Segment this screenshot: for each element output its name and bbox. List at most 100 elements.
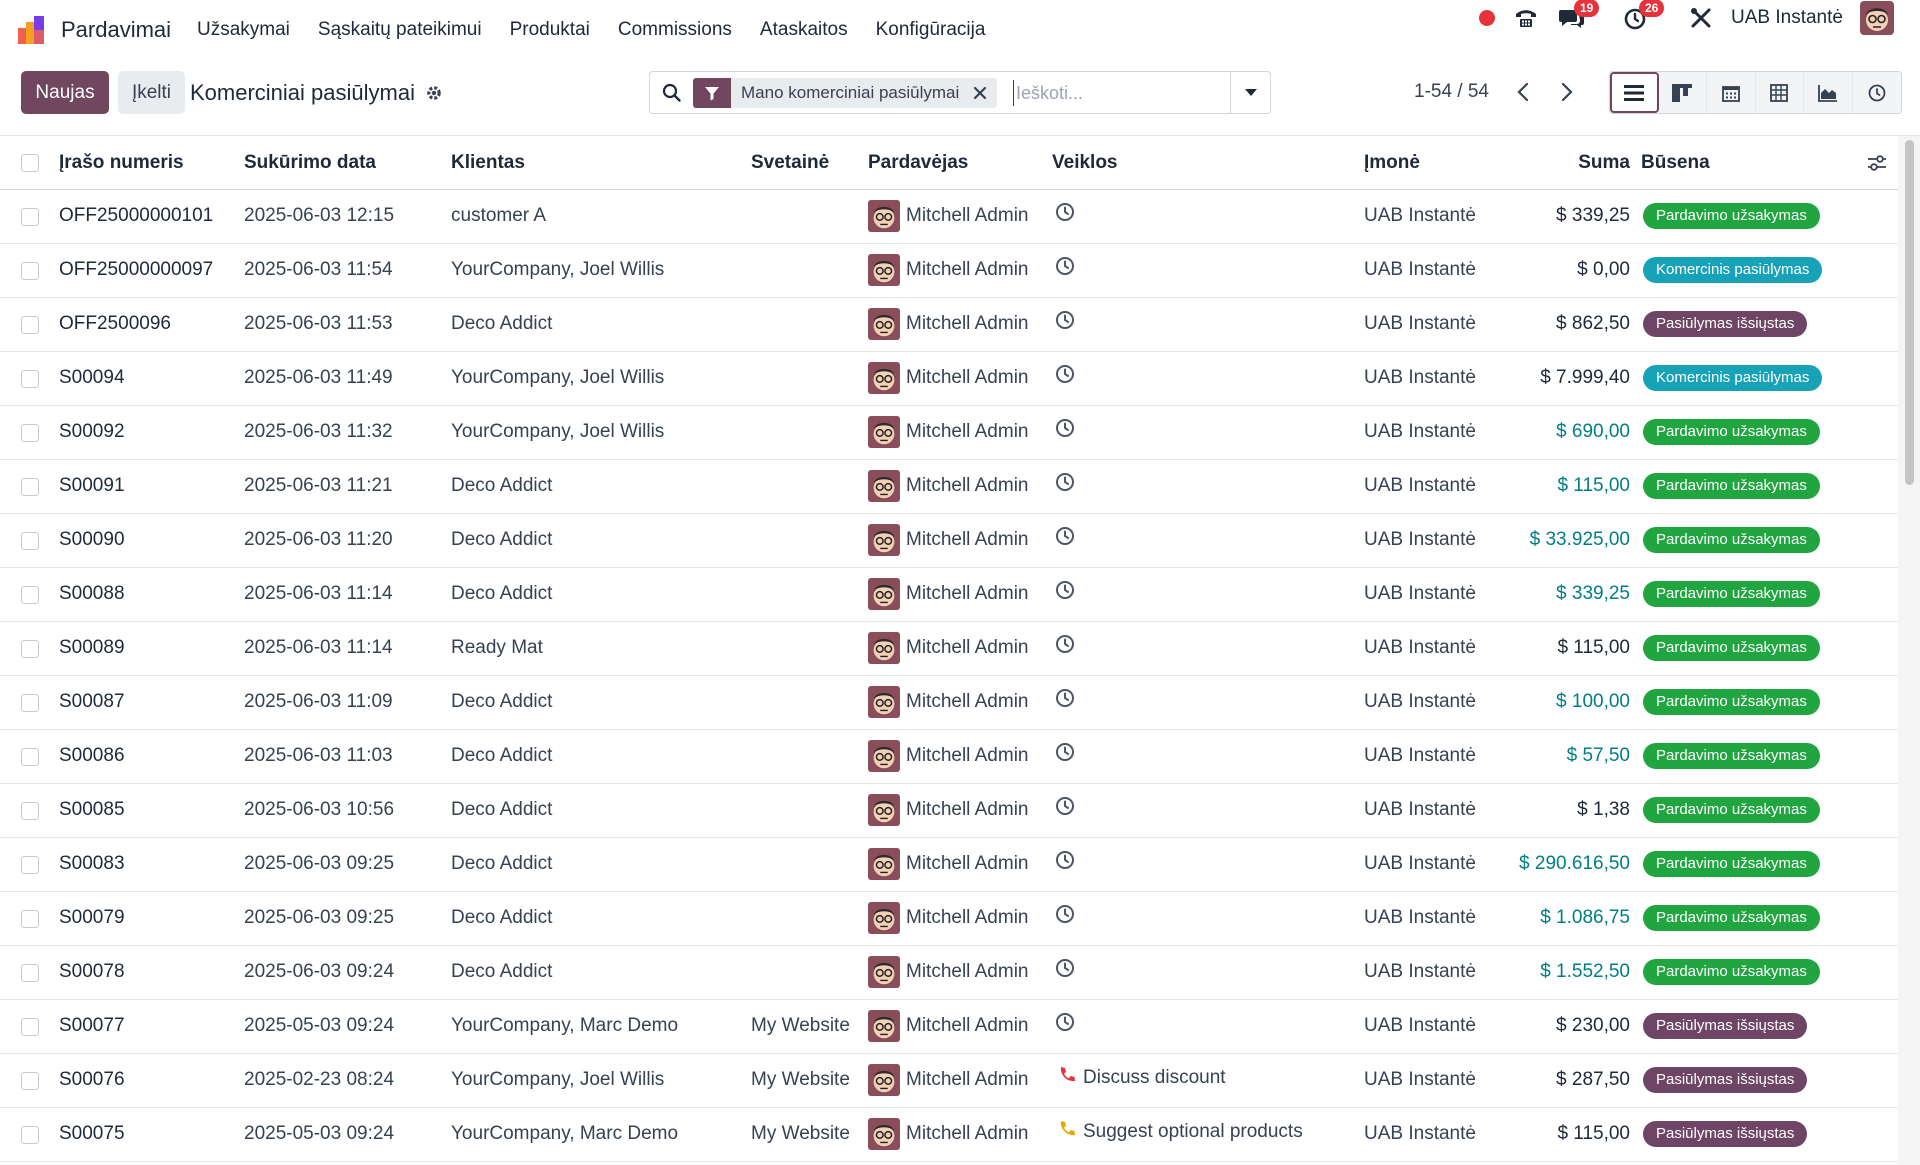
activity-cell[interactable]: [1055, 364, 1075, 390]
search-input[interactable]: [1013, 80, 1228, 106]
table-row[interactable]: S00088 2025-06-03 11:14 Deco Addict Mitc…: [0, 568, 1898, 622]
column-header-activities[interactable]: Veiklos: [1052, 152, 1118, 174]
row-checkbox[interactable]: [21, 316, 39, 334]
activity-cell[interactable]: [1055, 580, 1075, 606]
gear-icon[interactable]: [425, 84, 443, 102]
row-checkbox[interactable]: [21, 424, 39, 442]
menu-item-commissions[interactable]: Commissions: [618, 19, 732, 41]
company-switcher[interactable]: UAB Instantė: [1731, 0, 1843, 36]
pivot-view-button[interactable]: [1755, 72, 1804, 113]
import-button[interactable]: Įkelti: [118, 71, 185, 114]
salesperson[interactable]: Mitchell Admin: [868, 416, 1029, 448]
kanban-view-button[interactable]: [1658, 72, 1707, 113]
activity-clock-icon[interactable]: [1055, 580, 1075, 606]
salesperson[interactable]: Mitchell Admin: [868, 362, 1029, 394]
messages-icon[interactable]: 19: [1558, 0, 1600, 36]
column-header-status[interactable]: Būsena: [1641, 152, 1710, 174]
activity-clock-icon[interactable]: [1055, 310, 1075, 336]
table-row[interactable]: S00091 2025-06-03 11:21 Deco Addict Mitc…: [0, 460, 1898, 514]
activity-cell[interactable]: [1055, 958, 1075, 984]
row-checkbox[interactable]: [21, 262, 39, 280]
activity-cell[interactable]: [1055, 526, 1075, 552]
row-checkbox[interactable]: [21, 1018, 39, 1036]
activity-cell[interactable]: [1055, 796, 1075, 822]
salesperson[interactable]: Mitchell Admin: [868, 470, 1029, 502]
activity-clock-icon[interactable]: [1055, 796, 1075, 822]
tools-icon[interactable]: [1689, 0, 1713, 36]
salesperson[interactable]: Mitchell Admin: [868, 1064, 1029, 1096]
menu-item-orders[interactable]: Užsakymai: [197, 19, 290, 41]
activity-clock-icon[interactable]: [1055, 202, 1075, 228]
table-row[interactable]: S00077 2025-05-03 09:24 YourCompany, Mar…: [0, 1000, 1898, 1054]
table-row[interactable]: S00076 2025-02-23 08:24 YourCompany, Joe…: [0, 1054, 1898, 1108]
activity-cell[interactable]: [1055, 904, 1075, 930]
sales-app-icon[interactable]: [18, 16, 50, 44]
salesperson[interactable]: Mitchell Admin: [868, 578, 1029, 610]
graph-view-button[interactable]: [1804, 72, 1853, 113]
table-row[interactable]: S00087 2025-06-03 11:09 Deco Addict Mitc…: [0, 676, 1898, 730]
menu-item-configuration[interactable]: Konfigūracija: [876, 19, 986, 41]
column-header-company[interactable]: Įmonė: [1364, 152, 1420, 174]
search-icon[interactable]: [662, 83, 682, 103]
table-row[interactable]: OFF25000000097 2025-06-03 11:54 YourComp…: [0, 244, 1898, 298]
table-row[interactable]: OFF25000000101 2025-06-03 12:15 customer…: [0, 190, 1898, 244]
activity-clock-icon[interactable]: [1055, 688, 1075, 714]
activity-clock-icon[interactable]: [1055, 634, 1075, 660]
activity-cell[interactable]: [1055, 742, 1075, 768]
scrollbar-thumb[interactable]: [1905, 140, 1914, 485]
activity-cell[interactable]: [1055, 688, 1075, 714]
row-checkbox[interactable]: [21, 964, 39, 982]
table-row[interactable]: S00089 2025-06-03 11:14 Ready Mat Mitche…: [0, 622, 1898, 676]
activity-clock-icon[interactable]: [1055, 526, 1075, 552]
search-options-toggle[interactable]: [1230, 72, 1270, 113]
table-row[interactable]: S00079 2025-06-03 09:25 Deco Addict Mitc…: [0, 892, 1898, 946]
column-header-salesperson[interactable]: Pardavėjas: [868, 152, 968, 174]
activity-cell[interactable]: [1055, 634, 1075, 660]
row-checkbox[interactable]: [21, 856, 39, 874]
table-row[interactable]: S00078 2025-06-03 09:24 Deco Addict Mitc…: [0, 946, 1898, 1000]
row-checkbox[interactable]: [21, 1072, 39, 1090]
salesperson[interactable]: Mitchell Admin: [868, 1118, 1029, 1150]
salesperson[interactable]: Mitchell Admin: [868, 524, 1029, 556]
recording-dot-icon[interactable]: [1479, 0, 1495, 36]
activity-clock-icon[interactable]: [1055, 472, 1075, 498]
table-row[interactable]: S00075 2025-05-03 09:24 YourCompany, Mar…: [0, 1108, 1898, 1162]
activity-view-button[interactable]: [1852, 72, 1901, 113]
menu-item-to-invoice[interactable]: Sąskaitų pateikimui: [318, 19, 482, 41]
salesperson[interactable]: Mitchell Admin: [868, 200, 1029, 232]
salesperson[interactable]: Mitchell Admin: [868, 308, 1029, 340]
activities-clock-icon[interactable]: 26: [1623, 0, 1665, 36]
salesperson[interactable]: Mitchell Admin: [868, 956, 1029, 988]
row-checkbox[interactable]: [21, 208, 39, 226]
table-row[interactable]: S00092 2025-06-03 11:32 YourCompany, Joe…: [0, 406, 1898, 460]
activity-clock-icon[interactable]: [1055, 1012, 1075, 1038]
activity-clock-icon[interactable]: [1055, 418, 1075, 444]
table-row[interactable]: S00085 2025-06-03 10:56 Deco Addict Mitc…: [0, 784, 1898, 838]
activity-cell[interactable]: [1055, 472, 1075, 498]
salesperson[interactable]: Mitchell Admin: [868, 1010, 1029, 1042]
phone-icon[interactable]: [1513, 0, 1539, 36]
menu-item-reporting[interactable]: Ataskaitos: [760, 19, 848, 41]
column-header-client[interactable]: Klientas: [451, 152, 525, 174]
column-header-amount[interactable]: Suma: [1578, 152, 1630, 174]
salesperson[interactable]: Mitchell Admin: [868, 794, 1029, 826]
row-checkbox[interactable]: [21, 694, 39, 712]
activity-cell[interactable]: Suggest optional products: [1058, 1120, 1303, 1144]
row-checkbox[interactable]: [21, 532, 39, 550]
activity-cell[interactable]: [1055, 418, 1075, 444]
menu-item-products[interactable]: Produktai: [510, 19, 590, 41]
table-row[interactable]: S00083 2025-06-03 09:25 Deco Addict Mitc…: [0, 838, 1898, 892]
chevron-left-icon[interactable]: [1514, 78, 1534, 106]
select-all-checkbox[interactable]: [21, 154, 39, 172]
activity-clock-icon[interactable]: [1055, 364, 1075, 390]
activity-clock-icon[interactable]: [1055, 850, 1075, 876]
salesperson[interactable]: Mitchell Admin: [868, 254, 1029, 286]
row-checkbox[interactable]: [21, 802, 39, 820]
activity-cell[interactable]: [1055, 310, 1075, 336]
optional-columns-icon[interactable]: [1867, 154, 1887, 172]
row-checkbox[interactable]: [21, 910, 39, 928]
activity-cell[interactable]: [1055, 1012, 1075, 1038]
salesperson[interactable]: Mitchell Admin: [868, 902, 1029, 934]
salesperson[interactable]: Mitchell Admin: [868, 632, 1029, 664]
salesperson[interactable]: Mitchell Admin: [868, 686, 1029, 718]
